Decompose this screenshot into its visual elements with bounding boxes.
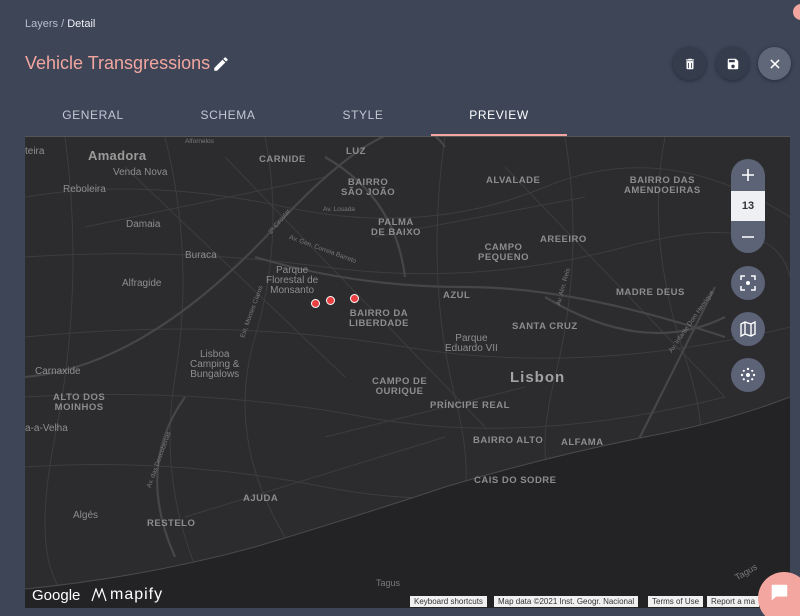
fit-bounds-icon bbox=[740, 275, 756, 291]
map-label-bairro-liberdade: BAIRRO DA LIBERDADE bbox=[349, 308, 409, 329]
tab-schema[interactable]: SCHEMA bbox=[160, 100, 296, 136]
save-icon bbox=[727, 58, 738, 69]
map-marker[interactable] bbox=[311, 299, 320, 308]
road-label-losada: Av. Losada bbox=[323, 206, 355, 213]
map-label-alvalade: ALVALADE bbox=[486, 175, 541, 186]
map-label-bairro-alto: BAIRRO ALTO bbox=[473, 435, 544, 446]
map-label-madre-deus: MADRE DEUS bbox=[616, 287, 685, 298]
pencil-icon bbox=[214, 57, 228, 71]
map-preview[interactable]: Alfornelos teira Amadora Venda Nova Rebo… bbox=[25, 136, 790, 608]
map-marker[interactable] bbox=[350, 294, 359, 303]
map-label-restelo: RESTELO bbox=[147, 518, 196, 529]
map-label-tagus: Tagus bbox=[376, 578, 401, 588]
map-label-ajuda: AJUDA bbox=[243, 493, 279, 504]
close-button[interactable] bbox=[758, 47, 791, 80]
tab-preview[interactable]: PREVIEW bbox=[431, 100, 567, 136]
map-label-bairro-sao-joao: BAIRRO SÃO JOÃO bbox=[341, 177, 396, 198]
avatar[interactable] bbox=[793, 4, 800, 20]
map-label-campo-de-ourique: CAMPO DE OURIQUE bbox=[372, 376, 428, 397]
breadcrumb-current: Detail bbox=[67, 18, 96, 30]
google-logo: Google bbox=[32, 587, 81, 604]
terms-of-use-link[interactable]: Terms of Use bbox=[648, 596, 704, 607]
map-label-areeiro: AREEIRO bbox=[540, 234, 587, 245]
map-label-azul: AZUL bbox=[443, 290, 471, 301]
map-label-carnide: CARNIDE bbox=[259, 154, 306, 165]
map-label-parque-eduardo: Parque Eduardo VII bbox=[445, 333, 498, 354]
mapify-mark-icon bbox=[91, 588, 107, 602]
tab-bar: GENERAL SCHEMA STYLE PREVIEW bbox=[25, 100, 790, 136]
map-label-palma-de-baixo: PALMA DE BAIXO bbox=[371, 217, 421, 238]
map-label-santa-cruz: SANTA CRUZ bbox=[512, 321, 578, 332]
plus-icon bbox=[742, 169, 754, 181]
zoom-control: 13 bbox=[731, 159, 765, 253]
tab-style[interactable]: STYLE bbox=[295, 100, 431, 136]
close-icon bbox=[769, 58, 780, 69]
keyboard-shortcuts-link[interactable]: Keyboard shortcuts bbox=[410, 596, 487, 607]
map-label-alfama: ALFAMA bbox=[561, 437, 604, 448]
map-label-luz: LUZ bbox=[346, 146, 366, 157]
map-data-attribution: Map data ©2021 Inst. Geogr. Nacional bbox=[494, 596, 639, 607]
fit-bounds-button[interactable] bbox=[731, 266, 765, 300]
map-label-principe-real: PRÍNCIPE REAL bbox=[430, 400, 510, 411]
map-label-alges: Algés bbox=[73, 510, 99, 521]
mapify-logo-text: mapify bbox=[110, 586, 164, 603]
zoom-in-button[interactable] bbox=[731, 159, 765, 191]
trash-icon bbox=[685, 58, 694, 69]
map-label-carnaxide: Carnaxide bbox=[35, 366, 81, 377]
map-marker[interactable] bbox=[326, 296, 335, 305]
delete-button[interactable] bbox=[673, 47, 706, 80]
breadcrumb-separator: / bbox=[58, 18, 68, 30]
basemap-button[interactable] bbox=[731, 312, 765, 346]
map-label-buraca: Buraca bbox=[185, 250, 217, 261]
map-label-lisbon: Lisbon bbox=[510, 369, 566, 386]
breadcrumb-parent-link[interactable]: Layers bbox=[25, 18, 58, 30]
save-button[interactable] bbox=[716, 47, 749, 80]
map-label-teira: teira bbox=[25, 146, 45, 157]
cluster-icon bbox=[740, 367, 756, 383]
map-icon bbox=[740, 321, 756, 337]
map-label-alfragide: Alfragide bbox=[122, 278, 162, 289]
map-label-lisboa-camping: Lisboa Camping & Bungalows bbox=[190, 349, 240, 380]
map-label-alfornelos: Alfornelos bbox=[185, 138, 214, 145]
page-title: Vehicle Transgressions bbox=[25, 53, 211, 73]
map-roads bbox=[25, 137, 790, 608]
map-label-amadora: Amadora bbox=[88, 148, 147, 163]
map-label-cais-do-sodre: CAIS DO SODRE bbox=[474, 475, 557, 486]
report-map-error-link[interactable]: Report a ma bbox=[707, 596, 760, 607]
minus-icon bbox=[742, 236, 754, 238]
breadcrumb: Layers / Detail bbox=[25, 18, 95, 30]
map-label-campo-pequeno: CAMPO PEQUENO bbox=[478, 242, 530, 263]
map-label-cruz-quebrada: a-a-Velha bbox=[25, 423, 68, 434]
chat-icon bbox=[771, 584, 788, 601]
map-label-bairro-amendoeiras: BAIRRO DAS AMENDOEIRAS bbox=[624, 175, 701, 196]
edit-title-button[interactable] bbox=[212, 55, 230, 73]
mapify-logo: mapify bbox=[91, 586, 163, 604]
map-label-reboleira: Reboleira bbox=[63, 184, 106, 195]
zoom-level: 13 bbox=[731, 191, 765, 221]
tab-general[interactable]: GENERAL bbox=[25, 100, 161, 136]
map-label-venda-nova: Venda Nova bbox=[113, 167, 168, 178]
cluster-button[interactable] bbox=[731, 358, 765, 392]
map-label-parque-florestal: Parque Florestal de Monsanto bbox=[266, 265, 319, 296]
map-label-alto-dos-moinhos: ALTO DOS MOINHOS bbox=[53, 392, 106, 413]
map-label-damaia: Damaia bbox=[126, 219, 161, 230]
